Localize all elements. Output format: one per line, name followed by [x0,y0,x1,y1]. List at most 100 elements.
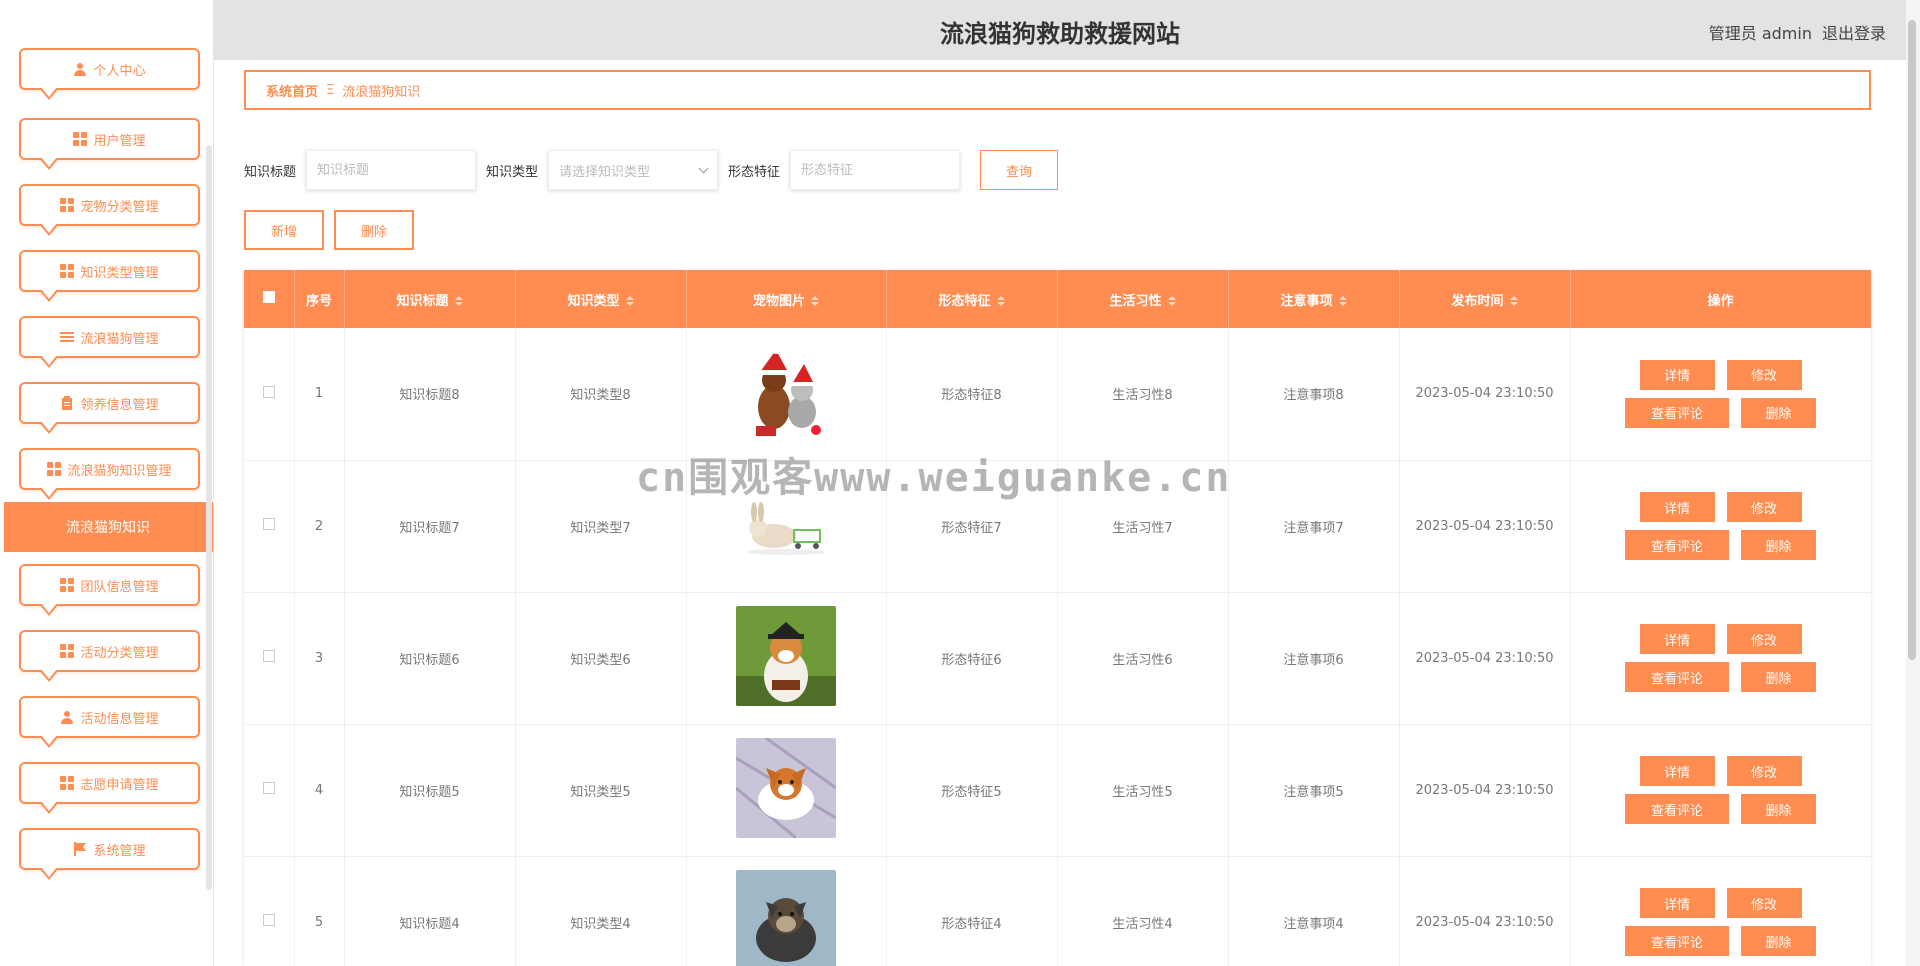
breadcrumb-separator: Ξ [326,82,335,98]
row-checkbox[interactable] [262,914,275,926]
cell-type: 知识类型7 [515,460,687,593]
edit-button[interactable]: 修改 [1726,756,1802,786]
view-comments-button[interactable]: 查看评论 [1625,530,1729,560]
edit-button[interactable]: 修改 [1726,359,1802,390]
user-icon [61,711,74,724]
sidebar-item-11[interactable]: 系统管理 [19,828,200,880]
view-comments-button[interactable]: 查看评论 [1625,662,1729,692]
edit-button[interactable]: 修改 [1726,888,1802,918]
sidebar-item-10[interactable]: 志愿申请管理 [19,762,200,814]
cell-notes: 注意事项8 [1228,328,1400,461]
query-button[interactable]: 查询 [980,150,1059,190]
edit-button[interactable]: 修改 [1726,624,1802,654]
grid-icon [60,644,75,658]
select-all-cell[interactable] [244,270,295,328]
feature-input[interactable] [801,162,950,178]
breadcrumb-home[interactable]: 系统首页 [266,81,318,100]
sidebar-item-3[interactable]: 知识类型管理 [19,250,200,302]
page-scrollbar[interactable] [1908,20,1916,660]
row-select-cell[interactable] [244,592,295,725]
sort-icon[interactable] [1167,296,1176,306]
column-header-7[interactable]: 发布时间 [1399,270,1571,328]
cell-actions: 详情 修改查看评论 删除 [1570,460,1871,593]
cell-title: 知识标题7 [344,460,516,593]
cell-type: 知识类型6 [515,592,687,725]
view-comments-button[interactable]: 查看评论 [1625,794,1729,824]
sidebar-item-0[interactable]: 个人中心 [19,48,200,100]
view-comments-button[interactable]: 查看评论 [1625,926,1729,956]
column-header-4[interactable]: 形态特征 [886,270,1058,328]
row-select-cell[interactable] [244,724,295,857]
column-header-5[interactable]: 生活习性 [1057,270,1229,328]
column-header-1[interactable]: 知识标题 [344,270,516,328]
sidebar-item-9[interactable]: 活动信息管理 [19,696,200,748]
sort-icon[interactable] [1338,296,1347,306]
row-select-cell[interactable] [244,856,295,966]
add-button[interactable]: 新增 [244,210,324,250]
type-select[interactable]: 请选择知识类型 [548,150,719,190]
column-header-label: 形态特征 [938,293,991,309]
user-area: 管理员 admin 退出登录 [1709,20,1886,44]
chevron-down-icon [698,163,709,173]
batch-delete-button[interactable]: 删除 [334,210,414,250]
grid-icon [73,132,88,146]
logout-link[interactable]: 退出登录 [1822,20,1886,44]
sidebar-item-1[interactable]: 用户管理 [19,118,200,170]
row-checkbox[interactable] [262,385,275,398]
column-header-3[interactable]: 宠物图片 [686,270,887,328]
detail-button[interactable]: 详情 [1639,756,1715,786]
sidebar-scrollbar[interactable] [206,145,212,890]
column-header-6[interactable]: 注意事项 [1228,270,1400,328]
detail-button[interactable]: 详情 [1639,888,1715,918]
title-input[interactable] [317,162,466,178]
sort-icon[interactable] [1509,296,1518,306]
type-label: 知识类型 [486,164,539,180]
breadcrumb-current: 流浪猫狗知识 [342,84,421,100]
sidebar-item-5[interactable]: 领养信息管理 [19,382,200,434]
detail-button[interactable]: 详情 [1639,624,1715,654]
select-all-checkbox[interactable] [262,291,275,303]
row-delete-button[interactable]: 删除 [1741,397,1816,428]
sidebar-item-2[interactable]: 宠物分类管理 [19,184,200,236]
row-checkbox[interactable] [262,650,275,662]
cell-notes: 注意事项6 [1228,592,1400,725]
detail-button[interactable]: 详情 [1639,359,1715,390]
view-comments-button[interactable]: 查看评论 [1625,397,1729,428]
grid-icon [60,198,75,212]
title-field[interactable] [306,150,477,190]
column-header-2[interactable]: 知识类型 [515,270,687,328]
row-delete-button[interactable]: 删除 [1741,530,1816,560]
cell-image [686,592,887,725]
cell-actions: 详情 修改查看评论 删除 [1570,592,1871,725]
sidebar-item-8[interactable]: 活动分类管理 [19,630,200,682]
column-header-label: 发布时间 [1451,293,1504,309]
row-delete-button[interactable]: 删除 [1741,926,1816,956]
sidebar-item-label: 知识类型管理 [80,265,159,281]
cell-image [686,460,887,593]
sidebar-item-6[interactable]: 流浪猫狗知识管理 [19,448,200,500]
title-label: 知识标题 [244,164,297,180]
sidebar-item-4[interactable]: 流浪猫狗管理 [19,316,200,368]
feature-field[interactable] [790,150,961,190]
sort-icon[interactable] [811,296,819,306]
row-delete-button[interactable]: 删除 [1741,662,1816,692]
row-delete-button[interactable]: 删除 [1741,794,1816,824]
cell-type: 知识类型5 [515,724,687,857]
row-select-cell[interactable] [244,460,295,593]
row-checkbox[interactable] [262,782,275,794]
sort-icon[interactable] [454,296,463,306]
sidebar-item-7[interactable]: 团队信息管理 [19,564,200,616]
sidebar-subitem-active[interactable]: 流浪猫狗知识 [4,502,213,552]
cell-time: 2023-05-04 23:10:50 [1399,856,1571,966]
top-header: 流浪猫狗救助救援网站 管理员 admin 退出登录 [214,0,1906,60]
sort-icon[interactable] [996,296,1005,306]
row-checkbox[interactable] [262,518,275,530]
detail-button[interactable]: 详情 [1639,492,1715,522]
sidebar-item-label: 流浪猫狗管理 [80,331,159,347]
edit-button[interactable]: 修改 [1726,492,1802,522]
sort-icon[interactable] [625,296,634,306]
row-select-cell[interactable] [244,328,295,461]
cell-feature: 形态特征6 [886,592,1058,725]
column-header-label: 生活习性 [1109,293,1162,309]
cell-title: 知识标题8 [344,328,516,461]
